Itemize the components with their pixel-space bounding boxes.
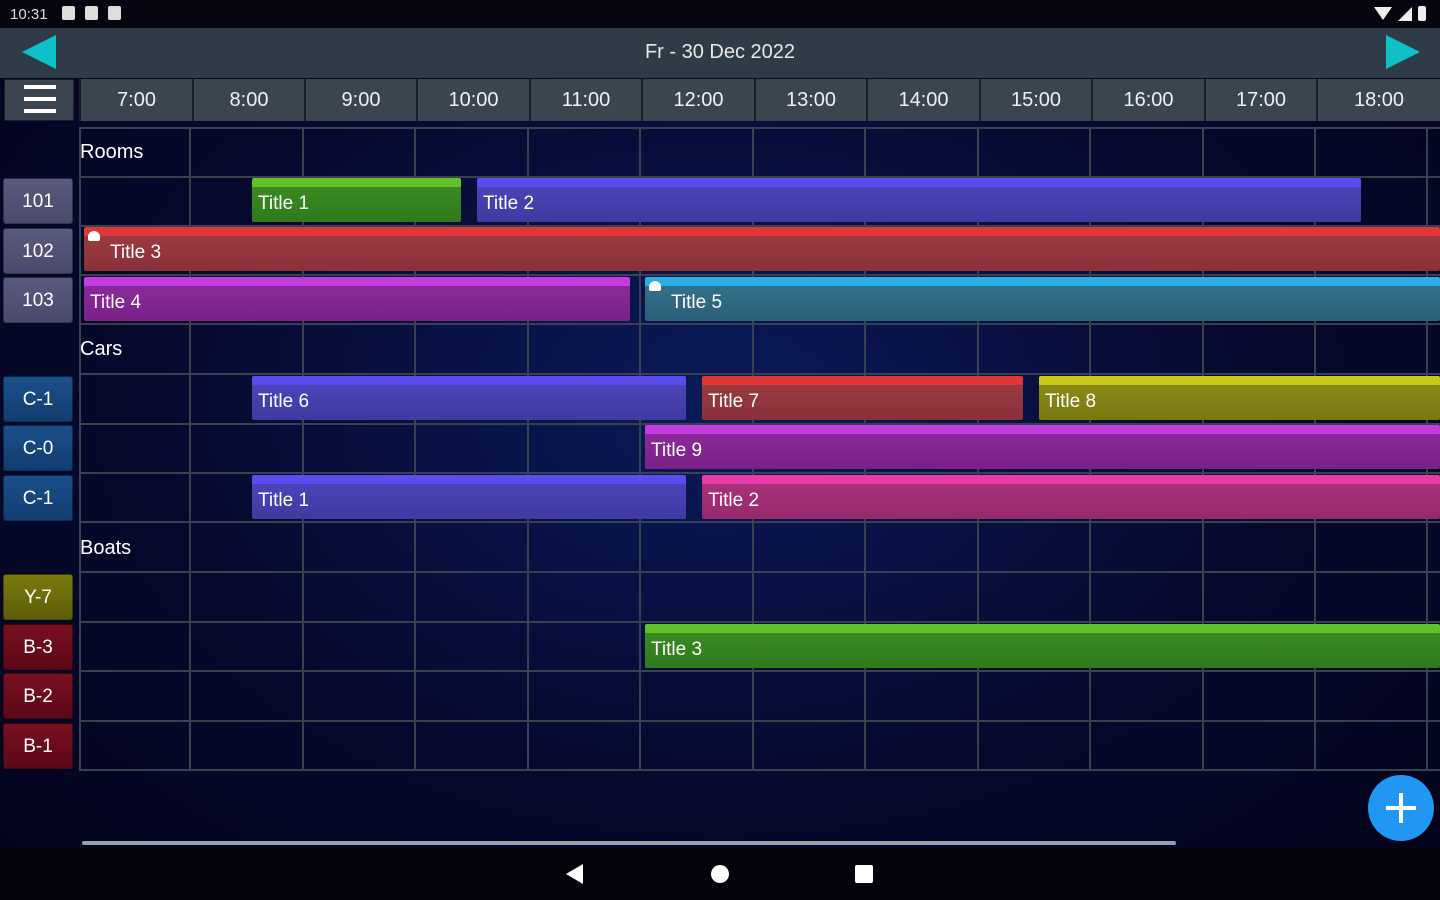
system-nav-bar: [0, 848, 1440, 900]
hour-label: 7:00: [79, 79, 192, 121]
event-title: Title 1: [258, 490, 310, 511]
event-title: Title 2: [483, 193, 535, 214]
event-block[interactable]: Title 5: [645, 277, 1440, 321]
signal-icon: [1398, 6, 1412, 21]
hour-label: 18:00: [1316, 79, 1440, 121]
back-icon[interactable]: [566, 864, 583, 884]
event-title: Title 9: [651, 440, 703, 461]
hour-label: 10:00: [416, 79, 529, 121]
resource-room-102[interactable]: 102: [3, 228, 73, 274]
event-block[interactable]: Title 7: [702, 376, 1023, 420]
section-title-boats: Boats: [80, 537, 132, 559]
hour-header: 7:00 8:00 9:00 10:00 11:00 12:00 13:00 1…: [79, 79, 1440, 121]
battery-icon: [1418, 6, 1426, 21]
hour-label: 12:00: [641, 79, 754, 121]
clipboard-icon: [108, 6, 121, 20]
sd-card-icon: [85, 6, 98, 20]
add-event-button[interactable]: [1368, 775, 1434, 841]
status-time: 10:31: [10, 6, 48, 23]
recent-apps-icon[interactable]: [855, 865, 873, 883]
event-block[interactable]: Title 1: [252, 178, 461, 222]
resource-room-101[interactable]: 101: [3, 178, 73, 224]
resource-car-c-0[interactable]: C-0: [3, 425, 73, 471]
resource-boat-b-3[interactable]: B-3: [3, 624, 73, 670]
resource-boat-y-7[interactable]: Y-7: [3, 574, 73, 620]
hour-label: 9:00: [304, 79, 416, 121]
section-title-rooms: Rooms: [80, 141, 144, 163]
hour-label: 11:00: [529, 79, 641, 121]
chat-icon: [62, 6, 75, 20]
event-title: Title 5: [671, 292, 723, 313]
home-icon[interactable]: [711, 865, 729, 883]
next-day-arrow-icon[interactable]: [1386, 35, 1420, 69]
resource-room-103[interactable]: 103: [3, 277, 73, 323]
hamburger-menu-button[interactable]: [4, 79, 74, 121]
hour-label: 13:00: [754, 79, 866, 121]
event-title: Title 7: [708, 391, 760, 412]
date-header: Fr - 30 Dec 2022: [0, 28, 1440, 78]
event-title: Title 6: [258, 391, 310, 412]
event-title: Title 3: [110, 242, 162, 263]
alarm-bell-icon: [88, 231, 100, 241]
resource-car-c-1[interactable]: C-1: [3, 376, 73, 422]
event-block[interactable]: Title 1: [252, 475, 686, 519]
horizontal-scrollbar[interactable]: [82, 841, 1176, 845]
event-block[interactable]: Title 6: [252, 376, 686, 420]
event-title: Title 8: [1045, 391, 1097, 412]
event-block[interactable]: Title 9: [645, 425, 1440, 469]
hour-label: 17:00: [1204, 79, 1316, 121]
event-block[interactable]: Title 8: [1039, 376, 1440, 420]
wifi-icon: [1374, 7, 1392, 20]
event-block[interactable]: Title 2: [702, 475, 1440, 519]
hamburger-icon: [24, 85, 56, 89]
section-title-cars: Cars: [80, 338, 123, 360]
hour-label: 15:00: [979, 79, 1091, 121]
event-title: Title 2: [708, 490, 760, 511]
hour-label: 14:00: [866, 79, 979, 121]
resource-boat-b-2[interactable]: B-2: [3, 673, 73, 719]
event-title: Title 1: [258, 193, 310, 214]
event-block[interactable]: Title 4: [84, 277, 630, 321]
event-block[interactable]: Title 3: [84, 227, 1440, 271]
hour-label: 8:00: [192, 79, 304, 121]
event-block[interactable]: Title 2: [477, 178, 1361, 222]
resource-boat-b-1[interactable]: B-1: [3, 723, 73, 769]
current-date: Fr - 30 Dec 2022: [644, 41, 796, 63]
alarm-bell-icon: [649, 281, 661, 291]
event-title: Title 4: [90, 292, 142, 313]
event-title: Title 3: [651, 639, 703, 660]
status-bar: 10:31: [0, 0, 1440, 28]
hour-label: 16:00: [1091, 79, 1204, 121]
event-block[interactable]: Title 3: [645, 624, 1440, 668]
resource-car-c-1-second[interactable]: C-1: [3, 475, 73, 521]
